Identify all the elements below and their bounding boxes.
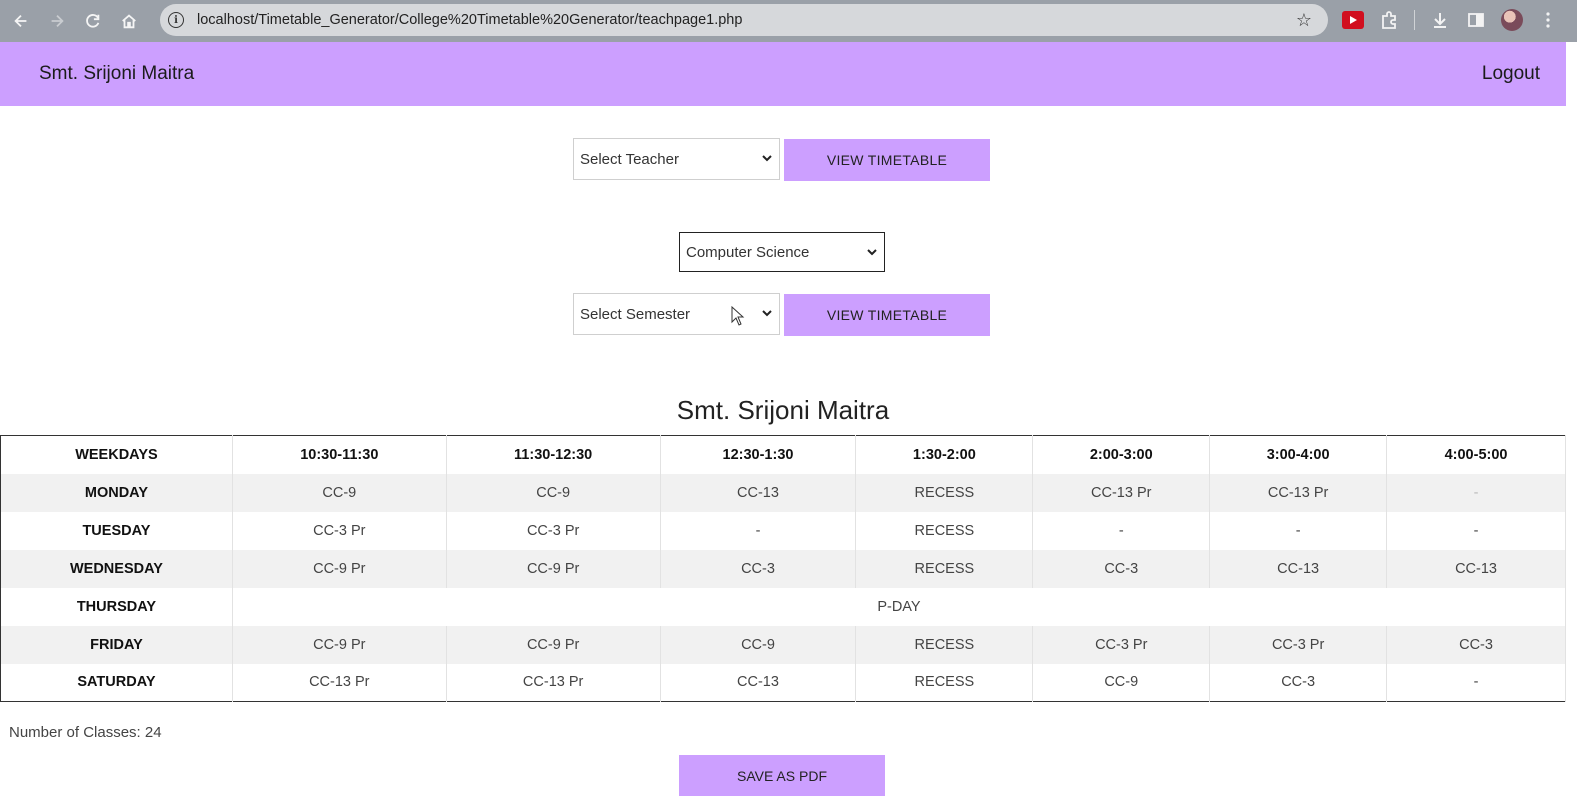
chevron-down-icon bbox=[867, 249, 877, 256]
header-slot-5: 2:00-3:00 bbox=[1032, 435, 1211, 474]
view-semester-timetable-button[interactable]: VIEW TIMETABLE bbox=[784, 294, 990, 336]
class-cell: - bbox=[1209, 511, 1388, 550]
day-cell: FRIDAY bbox=[0, 625, 233, 664]
table-row: WEDNESDAY CC-9 Pr CC-9 Pr CC-3 RECESS CC… bbox=[0, 549, 1566, 588]
class-cell: CC-3 Pr bbox=[232, 511, 447, 550]
header-slot-4: 1:30-2:00 bbox=[855, 435, 1034, 474]
class-cell: CC-3 bbox=[660, 549, 857, 588]
day-cell: MONDAY bbox=[0, 473, 233, 512]
class-cell: RECESS bbox=[855, 663, 1034, 702]
class-cell: CC-9 Pr bbox=[232, 625, 447, 664]
toolbar-divider bbox=[1414, 10, 1415, 30]
department-select[interactable]: Computer Science bbox=[679, 232, 885, 272]
class-cell: CC-9 bbox=[232, 473, 447, 512]
day-cell: SATURDAY bbox=[0, 663, 233, 702]
class-cell: - bbox=[1386, 663, 1566, 702]
class-cell: RECESS bbox=[855, 549, 1034, 588]
class-cell: - bbox=[1032, 511, 1211, 550]
logout-link[interactable]: Logout bbox=[1482, 63, 1540, 85]
home-icon[interactable] bbox=[111, 3, 147, 39]
class-cell: CC-3 Pr bbox=[1209, 625, 1388, 664]
header-slot-2: 11:30-12:30 bbox=[446, 435, 661, 474]
table-row: FRIDAY CC-9 Pr CC-9 Pr CC-9 RECESS CC-3 … bbox=[0, 625, 1566, 664]
mouse-cursor-icon bbox=[731, 306, 745, 326]
day-cell: TUESDAY bbox=[0, 511, 233, 550]
semester-select[interactable]: Select Semester bbox=[573, 293, 780, 335]
class-cell: CC-3 Pr bbox=[446, 511, 661, 550]
teacher-select[interactable]: Select Teacher bbox=[573, 138, 780, 180]
class-cell: CC-13 bbox=[660, 473, 857, 512]
extensions-puzzle-icon[interactable] bbox=[1378, 9, 1400, 31]
class-cell: RECESS bbox=[855, 473, 1034, 512]
class-cell: CC-13 Pr bbox=[1209, 473, 1388, 512]
class-cell: CC-13 Pr bbox=[1032, 473, 1211, 512]
class-cell: CC-13 bbox=[1209, 549, 1388, 588]
teacher-select-value: Select Teacher bbox=[580, 150, 679, 168]
header-slot-6: 3:00-4:00 bbox=[1209, 435, 1388, 474]
day-cell: THURSDAY bbox=[0, 587, 233, 626]
menu-kebab-icon[interactable] bbox=[1537, 9, 1559, 31]
header-weekdays: WEEKDAYS bbox=[0, 435, 233, 474]
download-icon[interactable] bbox=[1429, 9, 1451, 31]
table-row: SATURDAY CC-13 Pr CC-13 Pr CC-13 RECESS … bbox=[0, 663, 1566, 702]
chevron-down-icon bbox=[762, 155, 772, 162]
class-cell: CC-13 bbox=[660, 663, 857, 702]
day-cell: WEDNESDAY bbox=[0, 549, 233, 588]
class-cell: - bbox=[660, 511, 857, 550]
back-icon[interactable] bbox=[3, 3, 39, 39]
class-cell: CC-13 bbox=[1386, 549, 1566, 588]
view-teacher-timetable-button[interactable]: VIEW TIMETABLE bbox=[784, 139, 990, 181]
class-cell: CC-3 Pr bbox=[1032, 625, 1211, 664]
class-cell: CC-9 Pr bbox=[232, 549, 447, 588]
site-info-icon[interactable]: i bbox=[168, 12, 184, 28]
merged-cell: P-DAY bbox=[232, 587, 1567, 626]
reload-icon[interactable] bbox=[75, 3, 111, 39]
timetable-table: WEEKDAYS 10:30-11:30 11:30-12:30 12:30-1… bbox=[0, 435, 1567, 702]
class-cell: CC-9 Pr bbox=[446, 625, 661, 664]
department-select-value: Computer Science bbox=[686, 243, 810, 261]
side-panel-icon[interactable] bbox=[1465, 9, 1487, 31]
user-name: Smt. Srijoni Maitra bbox=[39, 63, 195, 84]
class-count-text: Number of Classes: 24 bbox=[9, 724, 162, 741]
class-cell: - bbox=[1386, 473, 1566, 512]
header-slot-3: 12:30-1:30 bbox=[660, 435, 857, 474]
class-cell: - bbox=[1386, 511, 1566, 550]
table-header-row: WEEKDAYS 10:30-11:30 11:30-12:30 12:30-1… bbox=[0, 435, 1566, 474]
class-cell: CC-3 bbox=[1209, 663, 1388, 702]
table-row: THURSDAY P-DAY bbox=[0, 587, 1567, 626]
table-row: TUESDAY CC-3 Pr CC-3 Pr - RECESS - - - bbox=[0, 511, 1566, 550]
timetable-title: Smt. Srijoni Maitra bbox=[676, 395, 890, 425]
class-cell: RECESS bbox=[855, 625, 1034, 664]
class-cell: CC-9 bbox=[660, 625, 857, 664]
url-text[interactable]: localhost/Timetable_Generator/College%20… bbox=[197, 12, 742, 28]
header-slot-1: 10:30-11:30 bbox=[232, 435, 447, 474]
bookmark-star-icon[interactable]: ☆ bbox=[1294, 10, 1314, 30]
address-bar[interactable]: i localhost/Timetable_Generator/College%… bbox=[160, 4, 1328, 36]
semester-select-value: Select Semester bbox=[580, 305, 691, 323]
header-slot-7: 4:00-5:00 bbox=[1386, 435, 1566, 474]
app-header: Smt. Srijoni Maitra Logout bbox=[0, 42, 1566, 106]
profile-avatar[interactable] bbox=[1501, 9, 1523, 31]
youtube-extension-icon[interactable] bbox=[1342, 11, 1364, 29]
save-as-pdf-button[interactable]: SAVE AS PDF bbox=[679, 755, 885, 796]
table-row: MONDAY CC-9 CC-9 CC-13 RECESS CC-13 Pr C… bbox=[0, 473, 1566, 512]
chevron-down-icon bbox=[762, 310, 772, 317]
browser-toolbar: i localhost/Timetable_Generator/College%… bbox=[0, 0, 1577, 42]
forward-icon[interactable] bbox=[39, 3, 75, 39]
class-cell: CC-9 bbox=[446, 473, 661, 512]
class-cell: CC-3 bbox=[1032, 549, 1211, 588]
class-cell: CC-13 Pr bbox=[232, 663, 447, 702]
class-cell: CC-9 bbox=[1032, 663, 1211, 702]
class-cell: RECESS bbox=[855, 511, 1034, 550]
class-cell: CC-13 Pr bbox=[446, 663, 661, 702]
class-cell: CC-3 bbox=[1386, 625, 1566, 664]
class-cell: CC-9 Pr bbox=[446, 549, 661, 588]
